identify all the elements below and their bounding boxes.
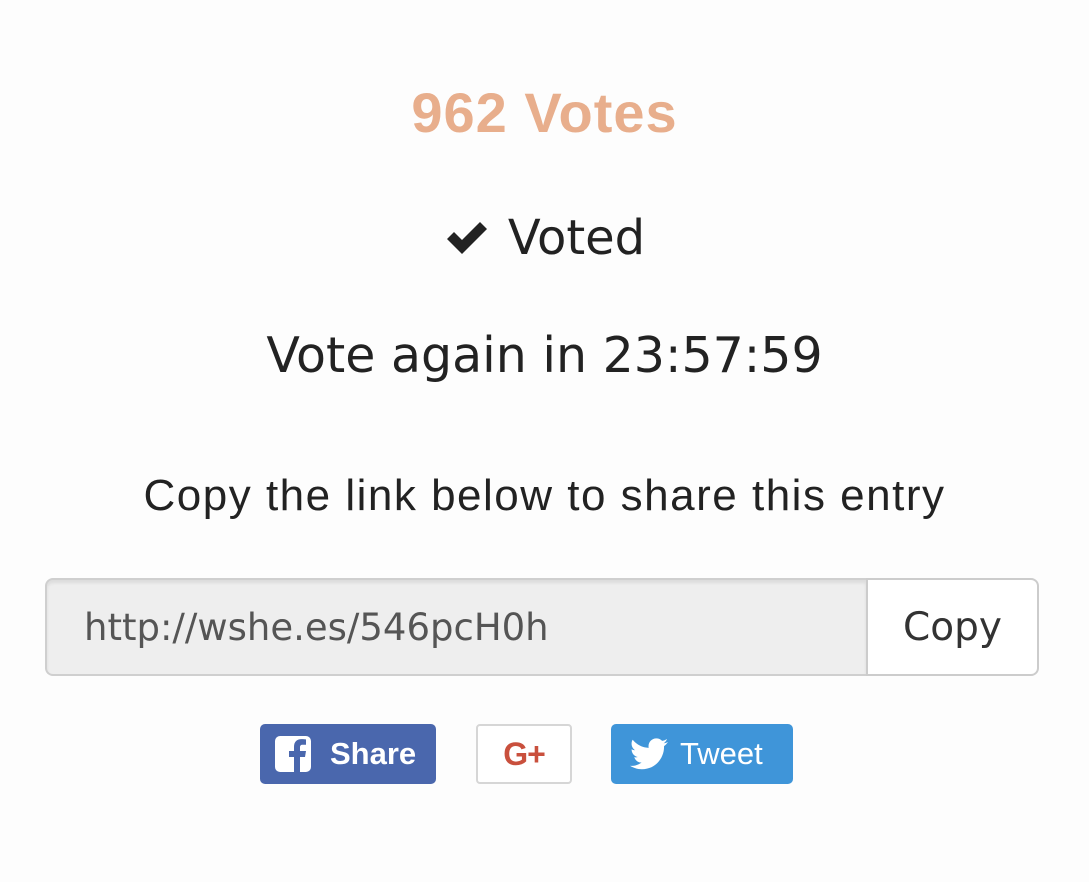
facebook-icon (275, 736, 311, 772)
twitter-bird-icon (630, 738, 668, 770)
twitter-tweet-label: Tweet (680, 736, 763, 771)
voted-label: Voted (507, 210, 646, 266)
share-instructions: Copy the link below to share this entry (143, 471, 946, 520)
votes-count: 962 Votes (411, 81, 678, 144)
share-link-group: Copy (45, 578, 1039, 676)
vote-again-countdown: Vote again in 23:57:59 (266, 327, 823, 384)
twitter-tweet-button[interactable]: Tweet (611, 724, 793, 784)
share-link-input[interactable] (45, 578, 866, 676)
facebook-share-button[interactable]: Share (260, 724, 436, 784)
google-plus-icon: G+ (503, 736, 546, 772)
voted-status: Voted (0, 206, 1089, 270)
check-icon (446, 222, 487, 254)
google-plus-share-button[interactable]: G+ (476, 724, 572, 784)
copy-button[interactable]: Copy (866, 578, 1039, 676)
social-share-row: Share G+ Tweet (0, 724, 1089, 784)
facebook-share-label: Share (330, 736, 417, 771)
